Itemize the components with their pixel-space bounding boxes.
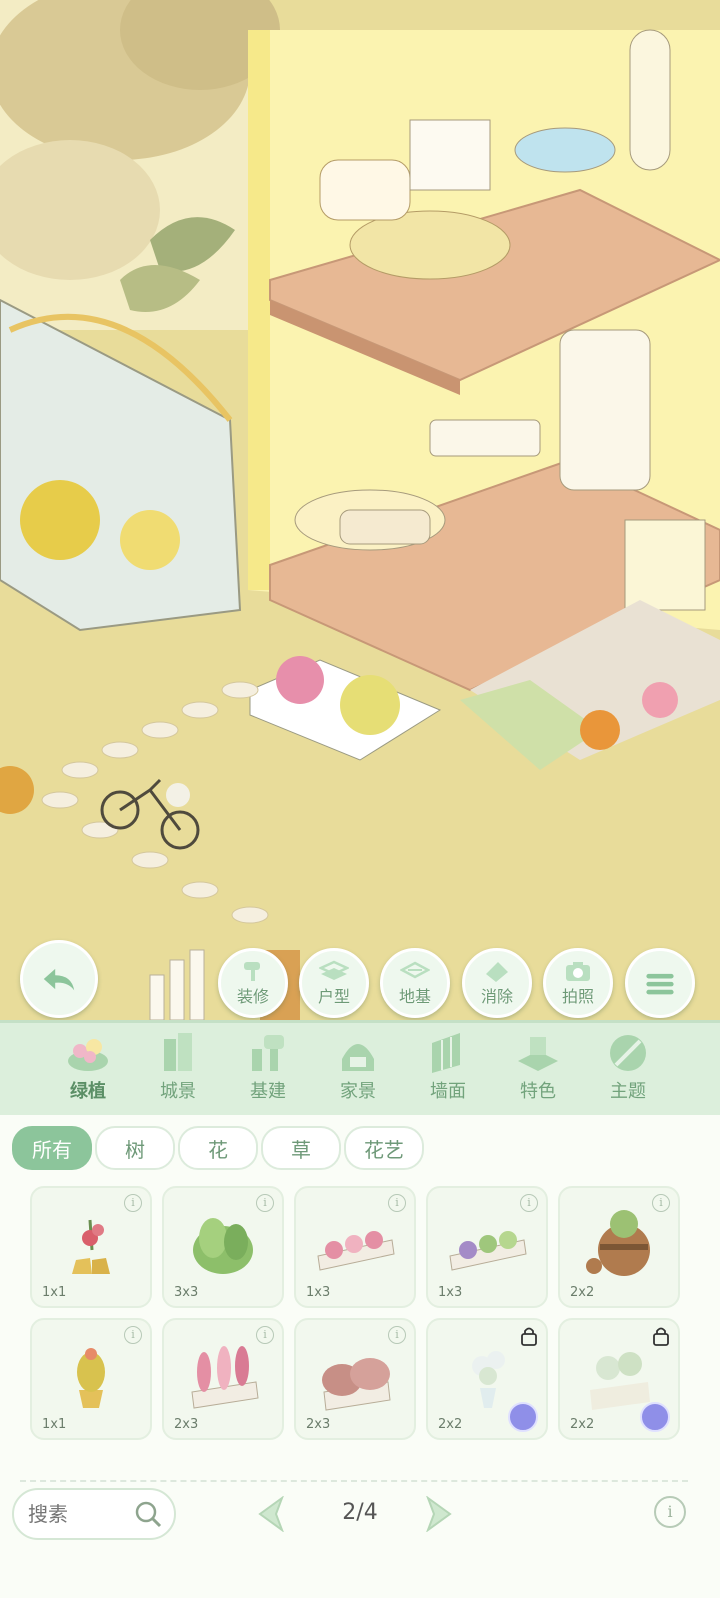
filter-all[interactable]: 所有 (12, 1126, 92, 1170)
info-button[interactable]: i (654, 1496, 686, 1528)
leafy-plant-icon (193, 1218, 253, 1274)
construction-icon (252, 1035, 284, 1071)
category-bar: 绿植 城景 基建 家景 墙面 特色 主题 (0, 1020, 720, 1115)
decorate-label: 装修 (236, 986, 269, 1006)
item-card[interactable]: i 2x3 (162, 1318, 284, 1440)
game-scene[interactable] (0, 0, 720, 1020)
feature-icon (518, 1037, 558, 1071)
item-size: 2x2 (570, 1417, 595, 1432)
filter-grass[interactable]: 草 (261, 1126, 341, 1170)
category-feature[interactable]: 特色 (498, 1029, 578, 1111)
camera-icon (566, 961, 590, 981)
divider (20, 1480, 688, 1482)
search-icon[interactable] (134, 1500, 162, 1528)
foundation-icon (400, 961, 430, 978)
lock-icon (653, 1327, 669, 1346)
erase-label: 消除 (480, 986, 513, 1006)
item-card[interactable]: i 2x2 (558, 1186, 680, 1308)
item-size: 2x3 (306, 1417, 331, 1432)
item-size: 3x3 (174, 1285, 199, 1300)
page-indicator: 2/4 (342, 1500, 378, 1525)
floorplan-button[interactable]: 户型 (299, 948, 369, 1018)
menu-icon (646, 973, 674, 995)
decorate-button[interactable]: 装修 (218, 948, 288, 1018)
eraser-icon (486, 961, 508, 982)
category-city[interactable]: 城景 (138, 1029, 218, 1111)
menu-button[interactable] (625, 948, 695, 1018)
item-card[interactable]: i 2x3 (294, 1318, 416, 1440)
premium-badge-icon (508, 1402, 538, 1432)
wall-icon (432, 1033, 460, 1073)
item-size: 2x3 (174, 1417, 199, 1432)
foundation-button[interactable]: 地基 (380, 948, 450, 1018)
prev-page-button[interactable] (256, 1496, 290, 1532)
info-icon[interactable]: i (388, 1194, 406, 1212)
item-card[interactable]: 2x2 (558, 1318, 680, 1440)
paint-roller-icon (244, 961, 260, 981)
info-icon[interactable]: i (520, 1194, 538, 1212)
barrel-planter-icon (586, 1210, 650, 1276)
info-icon[interactable]: i (124, 1194, 142, 1212)
item-size: 2x2 (570, 1285, 595, 1300)
home-icon (342, 1044, 374, 1071)
category-home-label: 家景 (340, 1081, 376, 1102)
item-size: 2x2 (438, 1417, 463, 1432)
category-construction-label: 基建 (250, 1081, 286, 1102)
floorplan-icon (319, 960, 349, 980)
camera-button[interactable]: 拍照 (543, 948, 613, 1018)
item-card[interactable]: i 1x1 (30, 1318, 152, 1440)
item-size: 1x3 (306, 1285, 331, 1300)
filter-trees[interactable]: 树 (95, 1126, 175, 1170)
filter-flowers[interactable]: 花 (178, 1126, 258, 1170)
pink-shrub-planter-icon (322, 1358, 391, 1411)
category-wall-label: 墙面 (430, 1081, 466, 1102)
floorplan-label: 户型 (317, 986, 350, 1006)
filter-floral-art[interactable]: 花艺 (344, 1126, 424, 1170)
foundation-label: 地基 (398, 986, 431, 1006)
pink-snapdragon-planter-icon (191, 1346, 259, 1409)
category-theme[interactable]: 主题 (588, 1029, 668, 1111)
category-construction[interactable]: 基建 (228, 1029, 308, 1111)
premium-badge-icon (640, 1402, 670, 1432)
item-card[interactable]: i 1x1 (30, 1186, 152, 1308)
yellow-plant-pot-icon (77, 1348, 105, 1408)
pink-flowerbed-icon (317, 1231, 395, 1271)
item-size: 1x1 (42, 1417, 67, 1432)
item-card[interactable]: 2x2 (426, 1318, 548, 1440)
back-button[interactable] (20, 940, 98, 1018)
category-plants-label: 绿植 (70, 1081, 106, 1102)
category-home[interactable]: 家景 (318, 1029, 398, 1111)
info-icon[interactable]: i (256, 1194, 274, 1212)
back-arrow-icon (43, 968, 75, 991)
item-card[interactable]: i 1x3 (426, 1186, 548, 1308)
erase-button[interactable]: 消除 (462, 948, 532, 1018)
category-theme-label: 主题 (610, 1081, 646, 1102)
category-plants[interactable]: 绿植 (48, 1029, 128, 1111)
category-city-label: 城景 (160, 1081, 196, 1102)
item-size: 1x1 (42, 1285, 67, 1300)
info-icon[interactable]: i (652, 1194, 670, 1212)
lock-icon (521, 1327, 537, 1346)
city-icon (164, 1033, 192, 1071)
theme-icon (610, 1035, 646, 1071)
item-size: 1x3 (438, 1285, 463, 1300)
item-card[interactable]: i 3x3 (162, 1186, 284, 1308)
search-input[interactable] (26, 1498, 130, 1530)
item-card[interactable]: i 1x3 (294, 1186, 416, 1308)
plant-icon (68, 1039, 108, 1071)
isometric-garden-house (0, 0, 720, 1020)
info-icon[interactable]: i (256, 1326, 274, 1344)
info-icon[interactable]: i (124, 1326, 142, 1344)
camera-label: 拍照 (561, 986, 594, 1006)
next-page-button[interactable] (420, 1496, 454, 1532)
info-icon[interactable]: i (388, 1326, 406, 1344)
category-feature-label: 特色 (520, 1081, 556, 1102)
succulent-planter-icon (449, 1231, 527, 1271)
search-box[interactable] (12, 1488, 176, 1540)
category-wall[interactable]: 墙面 (408, 1029, 488, 1111)
flower-boots-icon (72, 1219, 110, 1274)
